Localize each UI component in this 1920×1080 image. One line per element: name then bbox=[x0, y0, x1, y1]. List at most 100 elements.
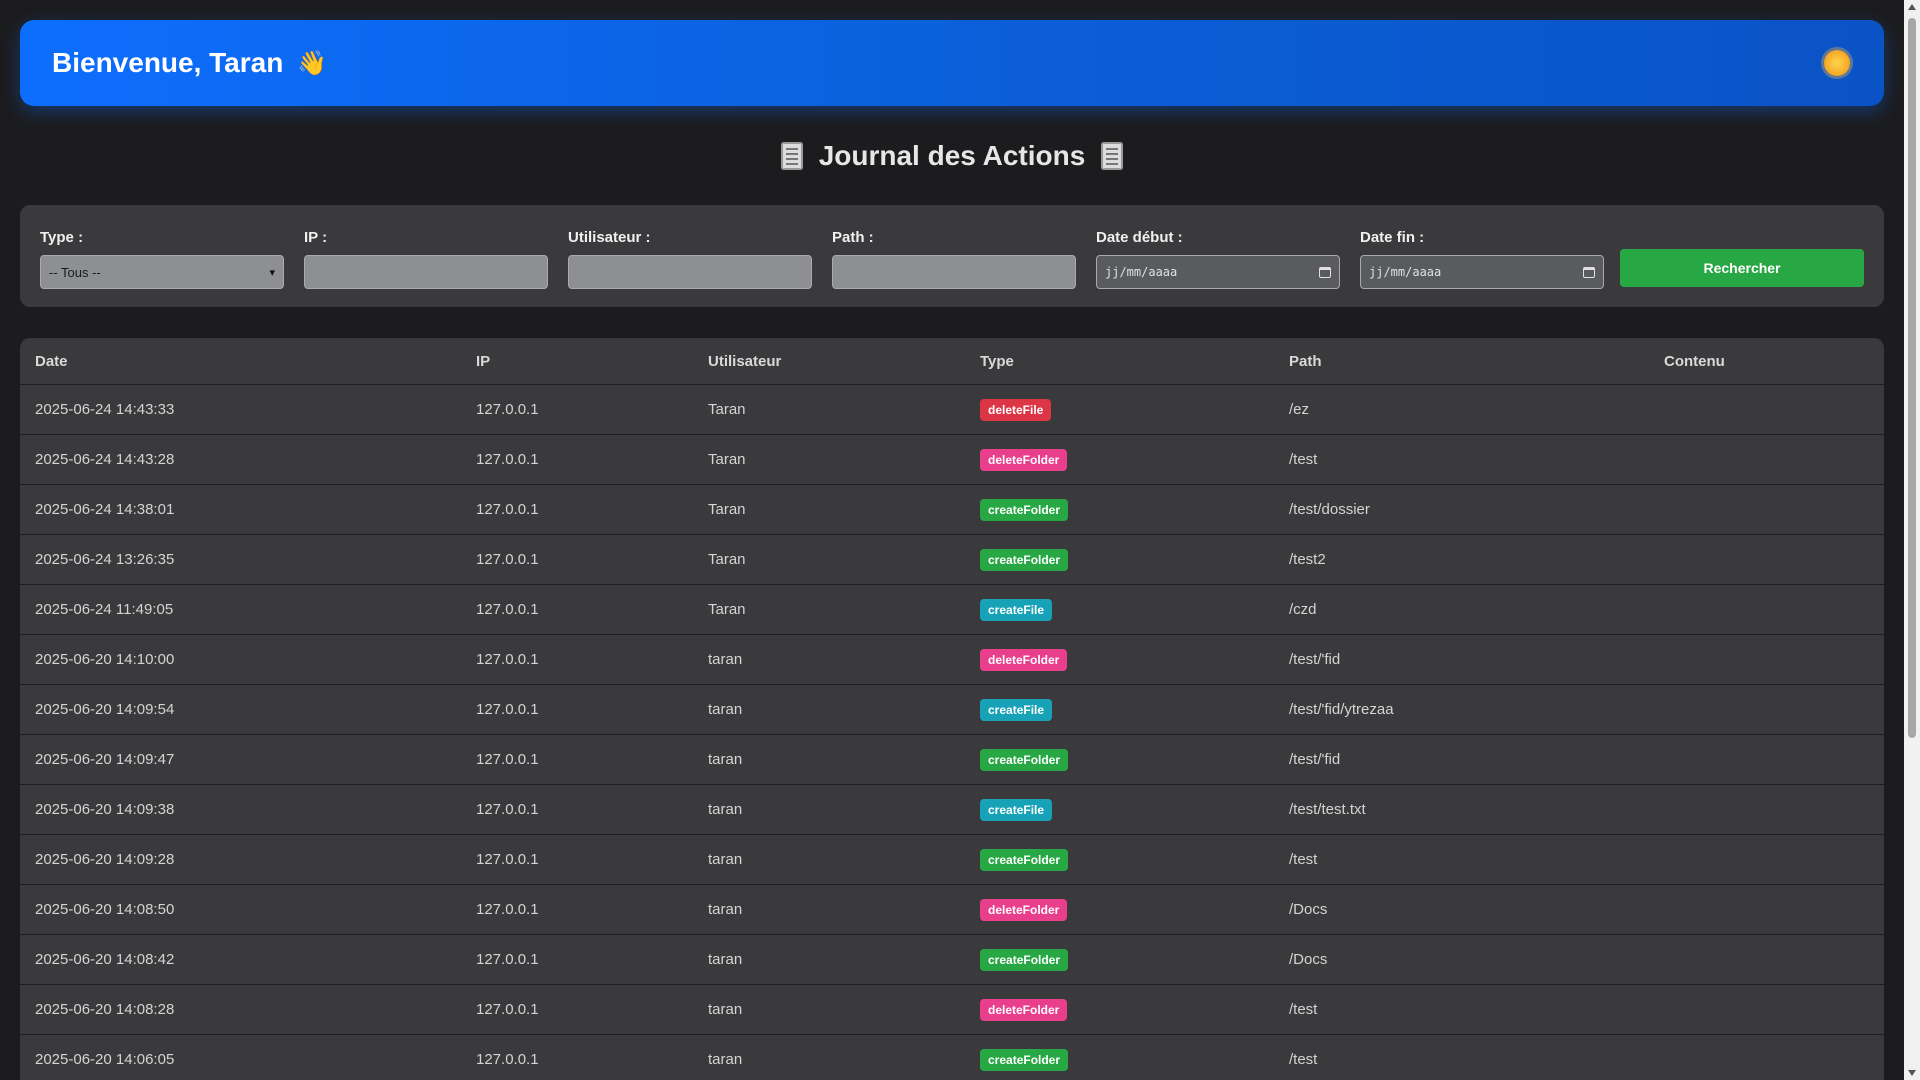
ip-cell: 127.0.0.1 bbox=[461, 384, 693, 435]
column-header-path[interactable]: Path bbox=[1274, 338, 1649, 385]
table-row[interactable]: 2025-06-20 14:06:05 127.0.0.1 taran createF… bbox=[20, 1034, 1884, 1080]
table-row[interactable]: 2025-06-20 14:10:00 127.0.0.1 taran deleteF… bbox=[20, 634, 1884, 685]
page-scrollbar[interactable] bbox=[1904, 0, 1920, 1080]
calendar-icon[interactable] bbox=[1319, 266, 1331, 278]
type-badge: createFolder bbox=[980, 498, 1069, 521]
table-row[interactable]: 2025-06-20 14:08:28 127.0.0.1 taran deleteF… bbox=[20, 984, 1884, 1035]
ip-cell: 127.0.0.1 bbox=[461, 534, 693, 585]
actions-table: Date IP Utilisateur Type Path Contenu 20… bbox=[20, 338, 1884, 1080]
search-button[interactable]: Rechercher bbox=[1620, 249, 1864, 287]
type-badge: createFolder bbox=[980, 848, 1069, 871]
content-cell bbox=[1649, 734, 1884, 785]
content-cell bbox=[1649, 534, 1884, 585]
content-cell bbox=[1649, 784, 1884, 835]
date-start-input[interactable]: jj/mm/aaaa bbox=[1096, 255, 1340, 289]
content-cell bbox=[1649, 934, 1884, 985]
user-input[interactable] bbox=[568, 255, 812, 289]
type-cell: deleteFile bbox=[965, 384, 1274, 435]
type-cell: deleteFolder bbox=[965, 984, 1274, 1035]
date-start-filter: Date début : jj/mm/aaaa bbox=[1096, 229, 1340, 289]
calendar-icon[interactable] bbox=[1583, 266, 1595, 278]
user-cell: Taran bbox=[693, 584, 965, 635]
content-cell bbox=[1649, 634, 1884, 685]
path-cell: /test/'fid/ytrezaa bbox=[1274, 684, 1649, 735]
path-cell: /czd bbox=[1274, 584, 1649, 635]
type-badge: createFolder bbox=[980, 948, 1069, 971]
date-end-input[interactable]: jj/mm/aaaa bbox=[1360, 255, 1604, 289]
table-row[interactable]: 2025-06-24 14:38:01 127.0.0.1 Taran createF… bbox=[20, 484, 1884, 535]
type-cell: createFile bbox=[965, 584, 1274, 635]
document-icon bbox=[1101, 142, 1124, 170]
date-cell: 2025-06-20 14:06:05 bbox=[20, 1034, 461, 1080]
date-cell: 2025-06-24 14:43:33 bbox=[20, 384, 461, 435]
column-header-user[interactable]: Utilisateur bbox=[693, 338, 965, 385]
filter-bar: Type : -- Tous -- ▾ IP : Utilisateur : P… bbox=[20, 205, 1884, 307]
path-input[interactable] bbox=[832, 255, 1076, 289]
date-cell: 2025-06-20 14:09:54 bbox=[20, 684, 461, 735]
ip-cell: 127.0.0.1 bbox=[461, 784, 693, 835]
type-cell: createFolder bbox=[965, 934, 1274, 985]
ip-cell: 127.0.0.1 bbox=[461, 684, 693, 735]
table-row[interactable]: 2025-06-20 14:08:42 127.0.0.1 taran createF… bbox=[20, 934, 1884, 985]
column-header-type[interactable]: Type bbox=[965, 338, 1274, 385]
type-badge: deleteFolder bbox=[980, 898, 1068, 921]
chevron-down-icon: ▾ bbox=[269, 266, 275, 279]
sun-icon[interactable] bbox=[1824, 50, 1850, 76]
date-cell: 2025-06-24 11:49:05 bbox=[20, 584, 461, 635]
path-cell: /test/test.txt bbox=[1274, 784, 1649, 835]
page-title-text: Journal des Actions bbox=[818, 140, 1086, 171]
user-cell: taran bbox=[693, 734, 965, 785]
table-row[interactable]: 2025-06-24 11:49:05 127.0.0.1 Taran createF… bbox=[20, 584, 1884, 635]
date-start-placeholder: jj/mm/aaaa bbox=[1105, 265, 1178, 279]
table-row[interactable]: 2025-06-20 14:09:38 127.0.0.1 taran createF… bbox=[20, 784, 1884, 835]
user-cell: Taran bbox=[693, 434, 965, 485]
table-row[interactable]: 2025-06-24 14:43:33 127.0.0.1 Taran deleteF… bbox=[20, 384, 1884, 435]
type-select[interactable]: -- Tous -- ▾ bbox=[40, 255, 284, 289]
table-row[interactable]: 2025-06-20 14:08:50 127.0.0.1 taran deleteF… bbox=[20, 884, 1884, 935]
type-cell: createFolder bbox=[965, 534, 1274, 585]
date-cell: 2025-06-20 14:09:38 bbox=[20, 784, 461, 835]
column-header-date[interactable]: Date bbox=[20, 338, 461, 385]
date-cell: 2025-06-20 14:09:47 bbox=[20, 734, 461, 785]
table-row[interactable]: 2025-06-24 13:26:35 127.0.0.1 Taran createF… bbox=[20, 534, 1884, 585]
date-cell: 2025-06-24 13:26:35 bbox=[20, 534, 461, 585]
table-row[interactable]: 2025-06-20 14:09:28 127.0.0.1 taran createF… bbox=[20, 834, 1884, 885]
header-banner: Bienvenue, Taran 👋 bbox=[20, 20, 1884, 106]
ip-cell: 127.0.0.1 bbox=[461, 734, 693, 785]
path-filter: Path : bbox=[832, 229, 1076, 289]
wave-icon: 👋 bbox=[297, 49, 328, 77]
scroll-up-icon[interactable] bbox=[1908, 4, 1916, 10]
date-end-label: Date fin : bbox=[1360, 229, 1425, 246]
content-cell bbox=[1649, 434, 1884, 485]
welcome-text: Bienvenue, Taran bbox=[52, 47, 284, 78]
type-badge: deleteFolder bbox=[980, 648, 1068, 671]
date-end-filter: Date fin : jj/mm/aaaa bbox=[1360, 229, 1604, 289]
type-cell: createFolder bbox=[965, 734, 1274, 785]
column-header-ip[interactable]: IP bbox=[461, 338, 693, 385]
welcome-message: Bienvenue, Taran 👋 bbox=[52, 47, 327, 79]
type-cell: createFolder bbox=[965, 834, 1274, 885]
path-cell: /test bbox=[1274, 984, 1649, 1035]
path-cell: /test bbox=[1274, 434, 1649, 485]
user-cell: taran bbox=[693, 684, 965, 735]
ip-input[interactable] bbox=[304, 255, 548, 289]
type-badge: createFile bbox=[980, 798, 1053, 821]
table-row[interactable]: 2025-06-20 14:09:54 127.0.0.1 taran createF… bbox=[20, 684, 1884, 735]
column-header-content[interactable]: Contenu bbox=[1649, 338, 1884, 385]
table-row[interactable]: 2025-06-20 14:09:47 127.0.0.1 taran createF… bbox=[20, 734, 1884, 785]
type-cell: createFolder bbox=[965, 484, 1274, 535]
content-cell bbox=[1649, 484, 1884, 535]
scroll-down-icon[interactable] bbox=[1908, 1070, 1916, 1076]
ip-filter: IP : bbox=[304, 229, 548, 289]
type-cell: createFile bbox=[965, 684, 1274, 735]
user-filter: Utilisateur : bbox=[568, 229, 812, 289]
date-cell: 2025-06-20 14:10:00 bbox=[20, 634, 461, 685]
type-cell: deleteFolder bbox=[965, 634, 1274, 685]
content-cell bbox=[1649, 684, 1884, 735]
table-row[interactable]: 2025-06-24 14:43:28 127.0.0.1 Taran deleteF… bbox=[20, 434, 1884, 485]
date-cell: 2025-06-24 14:43:28 bbox=[20, 434, 461, 485]
actions-table-container: Date IP Utilisateur Type Path Contenu 20… bbox=[20, 338, 1884, 1080]
scrollbar-thumb[interactable] bbox=[1908, 18, 1916, 738]
ip-cell: 127.0.0.1 bbox=[461, 1034, 693, 1080]
ip-cell: 127.0.0.1 bbox=[461, 934, 693, 985]
